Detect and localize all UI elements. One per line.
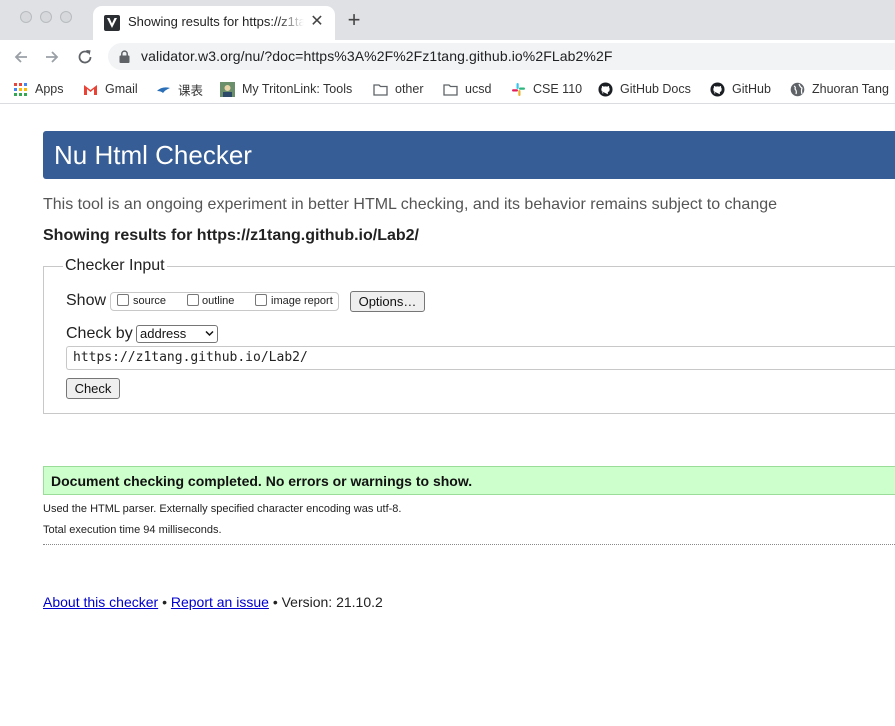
divider [43, 544, 895, 545]
options-button[interactable]: Options… [350, 291, 425, 312]
browser-titlebar: Showing results for https://z1tang.githu… [0, 0, 895, 40]
reload-icon[interactable] [75, 47, 95, 67]
bookmark-zhuoran-tang[interactable]: Zhuoran Tang [790, 80, 889, 98]
bookmark-label: Apps [35, 82, 64, 96]
page-header-banner: Nu Html Checker [43, 131, 895, 179]
outline-checkbox-label[interactable]: outline [202, 295, 234, 307]
slack-icon [512, 82, 525, 96]
bookmark-label: GitHub [732, 82, 771, 96]
bookmark-label: Gmail [105, 82, 138, 96]
bookmark-label: 课表 [178, 83, 204, 98]
success-message: Document checking completed. No errors o… [51, 473, 473, 489]
forward-arrow-icon[interactable] [42, 47, 62, 67]
parser-info: Used the HTML parser. Externally specifi… [43, 503, 402, 515]
window-close-dot[interactable] [20, 11, 32, 23]
source-checkbox[interactable] [117, 294, 129, 306]
about-checker-link[interactable]: About this checker [43, 594, 158, 610]
browser-tab[interactable]: Showing results for https://z1tang.githu… [93, 6, 335, 40]
github-icon [598, 81, 613, 97]
execution-time: Total execution time 94 milliseconds. [43, 524, 222, 536]
check-by-selected-value: address [140, 326, 187, 341]
bookmark-label: other [395, 82, 424, 96]
checker-input-legend: Checker Input [63, 257, 167, 275]
check-by-label: Check by [66, 325, 133, 342]
check-button[interactable]: Check [66, 378, 120, 399]
github-icon [710, 81, 725, 97]
chevron-down-icon [205, 330, 214, 337]
footer-separator: • [272, 594, 278, 610]
folder-icon [443, 83, 458, 96]
report-issue-link[interactable]: Report an issue [171, 594, 269, 610]
w3c-validator-icon [104, 15, 120, 31]
browser-toolbar: validator.w3.org/nu/?doc=https%3A%2F%2Fz… [0, 40, 895, 73]
globe-icon [790, 82, 805, 96]
bookmark-folder-ucsd[interactable]: ucsd [443, 80, 491, 98]
new-tab-button[interactable]: + [343, 9, 365, 32]
bookmark-label: ucsd [465, 82, 492, 96]
image-report-checkbox-label[interactable]: image report [271, 295, 333, 307]
intro-text: This tool is an ongoing experiment in be… [43, 196, 778, 213]
tab-close-icon[interactable]: ✕ [308, 13, 326, 31]
bookmark-gmail[interactable]: Gmail [83, 80, 138, 98]
show-label: Show [66, 292, 107, 309]
apps-grid-icon [14, 82, 27, 96]
check-by-select[interactable]: address [136, 325, 218, 343]
window-minimize-dot[interactable] [40, 11, 52, 23]
version-text: Version: 21.10.2 [281, 594, 383, 610]
image-report-checkbox[interactable] [255, 294, 267, 306]
bird-icon [157, 86, 170, 93]
page-title: Nu Html Checker [54, 140, 252, 170]
window-zoom-dot[interactable] [60, 11, 72, 23]
bookmark-cse110[interactable]: CSE 110 [511, 80, 582, 98]
bookmark-github[interactable]: GitHub [710, 80, 771, 98]
bookmarks-bar: Apps Gmail 课表 My TritonLink: Tools other… [0, 73, 895, 104]
tritonlink-icon [220, 81, 235, 97]
footer: About this checker • Report an issue • V… [43, 594, 383, 610]
bookmark-label: Zhuoran Tang [812, 82, 889, 96]
source-checkbox-label[interactable]: source [133, 295, 166, 307]
lock-icon[interactable] [119, 50, 130, 63]
results-heading: Showing results for https://z1tang.githu… [43, 227, 419, 244]
gmail-icon [84, 84, 97, 95]
bookmark-label: GitHub Docs [620, 82, 691, 96]
document-url-input[interactable]: https://z1tang.github.io/Lab2/ [66, 346, 895, 370]
address-bar[interactable]: validator.w3.org/nu/?doc=https%3A%2F%2Fz… [108, 43, 895, 70]
bookmark-folder-other[interactable]: other [373, 80, 424, 98]
success-message-box: Document checking completed. No errors o… [43, 466, 895, 495]
url-text[interactable]: validator.w3.org/nu/?doc=https%3A%2F%2Fz… [141, 48, 613, 64]
bookmark-label: My TritonLink: Tools [242, 82, 353, 96]
bookmark-apps[interactable]: Apps [13, 80, 64, 98]
bookmark-tritonlink[interactable]: My TritonLink: Tools [220, 80, 352, 98]
footer-separator: • [162, 594, 167, 610]
bookmark-label: CSE 110 [533, 82, 583, 96]
bookmark-github-docs[interactable]: GitHub Docs [598, 80, 691, 98]
tab-title: Showing results for https://z1tang.githu… [128, 14, 304, 29]
bookmark-schedule[interactable]: 课表 [156, 80, 203, 98]
folder-icon [373, 83, 388, 96]
back-arrow-icon[interactable] [11, 47, 31, 67]
outline-checkbox[interactable] [187, 294, 199, 306]
